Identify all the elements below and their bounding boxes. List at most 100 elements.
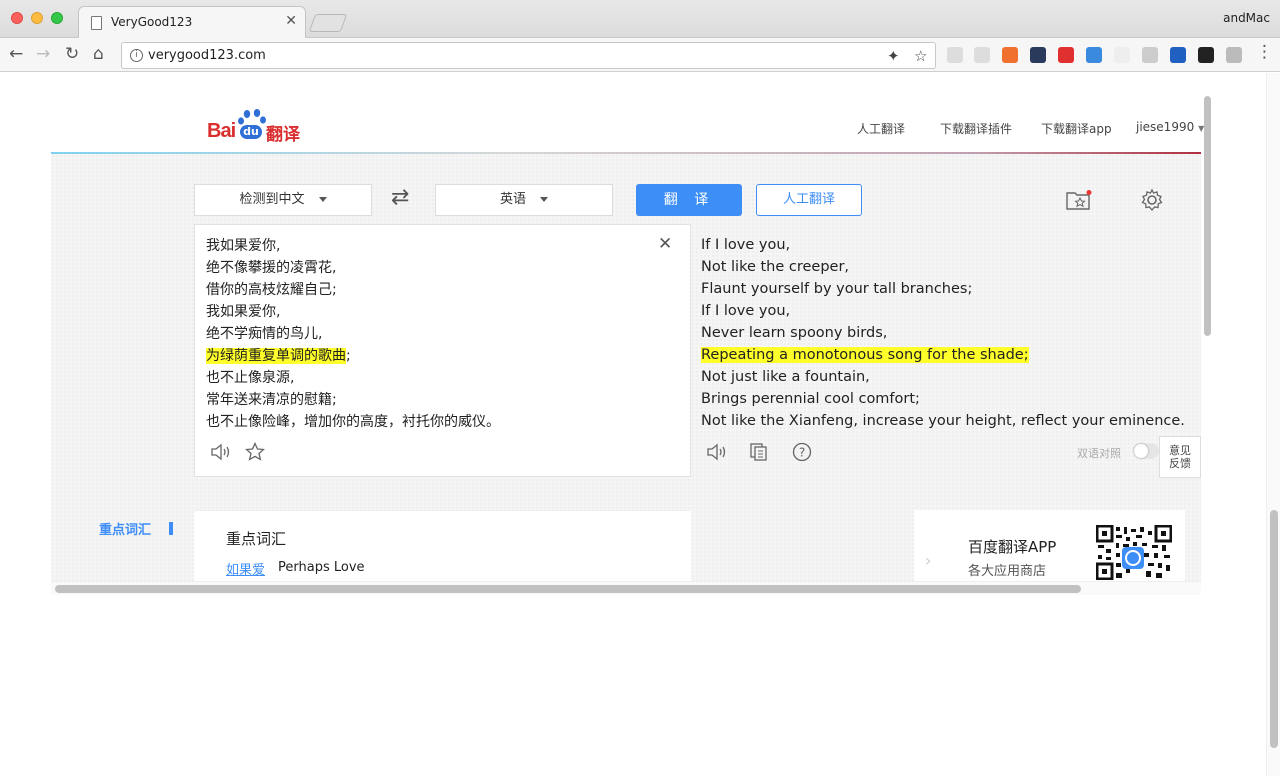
- home-icon[interactable]: ⌂: [93, 44, 104, 64]
- url-text[interactable]: verygood123.com: [148, 48, 266, 63]
- line-suffix: ;: [346, 348, 351, 364]
- nav-user-menu[interactable]: jiese1990 ▼: [1136, 120, 1204, 134]
- target-language-label: 英语: [499, 192, 526, 207]
- tab-title: VeryGood123: [111, 15, 193, 29]
- nav-human-translation[interactable]: 人工翻译: [857, 120, 905, 137]
- feedback-label: 意见: [1169, 444, 1191, 457]
- translation-line: If I love you,: [701, 237, 791, 253]
- back-arrow-icon[interactable]: ←: [9, 44, 23, 64]
- vocab-word-link[interactable]: 如果爱: [226, 559, 265, 578]
- bilingual-toggle[interactable]: [1133, 443, 1159, 459]
- extension-icon[interactable]: [1058, 47, 1074, 63]
- translate-button[interactable]: 翻 译: [636, 184, 742, 216]
- bookmark-star-icon[interactable]: ☆: [914, 47, 927, 65]
- app-name: 百度翻译APP: [968, 538, 1057, 556]
- speaker-icon[interactable]: [210, 442, 232, 462]
- vocab-title: 重点词汇: [226, 530, 287, 548]
- extension-icon[interactable]: [974, 47, 990, 63]
- extension-icon[interactable]: [1114, 47, 1130, 63]
- source-line: 常年送来清凉的慰籍;: [206, 392, 337, 408]
- feedback-button[interactable]: 意见 反馈: [1159, 436, 1201, 478]
- extension-icon[interactable]: [1002, 47, 1018, 63]
- window-maximize-button[interactable]: [51, 12, 63, 24]
- source-line: 绝不像攀援的凌霄花,: [206, 260, 337, 276]
- browser-titlebar: VeryGood123 ✕ andMac: [0, 0, 1280, 38]
- speaker-icon[interactable]: [706, 442, 728, 462]
- page-vertical-scrollbar[interactable]: [1266, 73, 1280, 776]
- username: jiese1990: [1136, 120, 1195, 134]
- extension-puzzle-icon[interactable]: ✦: [887, 47, 900, 65]
- translation-output: If I love you, Not like the creeper, Fla…: [701, 234, 1185, 432]
- extension-icon[interactable]: [1142, 47, 1158, 63]
- translation-line: Brings perennial cool comfort;: [701, 391, 920, 407]
- page-viewport: Bai du 翻译 人工翻译 下载翻译插件 下载翻译app jiese1990 …: [0, 73, 1280, 776]
- horizontal-scrollbar[interactable]: [51, 581, 1201, 595]
- help-icon[interactable]: ?: [792, 442, 812, 462]
- extension-icon[interactable]: [1198, 47, 1214, 63]
- logo-du: du: [240, 125, 262, 139]
- extension-icon[interactable]: [947, 47, 963, 63]
- swap-languages-icon[interactable]: ⇄: [391, 185, 409, 210]
- translation-line: If I love you,: [701, 303, 791, 319]
- qr-code-icon: [1096, 525, 1172, 580]
- translation-line: Flaunt yourself by your tall branches;: [701, 281, 973, 297]
- translation-line: Not just like a fountain,: [701, 369, 870, 385]
- target-language-select[interactable]: 英语: [435, 184, 613, 216]
- logo-bai: Bai: [207, 120, 236, 142]
- source-line: 借你的高枝炫耀自己;: [206, 282, 337, 298]
- chevron-down-icon: [540, 197, 548, 202]
- chevron-right-icon[interactable]: ›: [925, 551, 931, 570]
- horizontal-scrollbar-thumb[interactable]: [55, 585, 1081, 593]
- source-language-select[interactable]: 检测到中文: [194, 184, 372, 216]
- translation-line-highlighted: Repeating a monotonous song for the shad…: [701, 344, 1185, 366]
- site-info-icon[interactable]: i: [130, 49, 143, 62]
- copy-icon[interactable]: [749, 442, 769, 462]
- inner-scrollbar-thumb[interactable]: [1204, 96, 1211, 336]
- source-line: 我如果爱你,: [206, 304, 281, 320]
- inner-vertical-scrollbar[interactable]: [1201, 96, 1213, 596]
- highlighted-text: 为绿荫重复单调的歌曲: [206, 348, 346, 364]
- section-indicator: [169, 522, 173, 535]
- source-line: 我如果爱你,: [206, 238, 281, 254]
- highlighted-text: Repeating a monotonous song for the shad…: [701, 347, 1029, 363]
- new-tab-button[interactable]: [308, 14, 348, 32]
- source-line: 绝不学痴情的鸟儿,: [206, 326, 323, 342]
- page-icon: [91, 16, 102, 30]
- feedback-label: 反馈: [1169, 457, 1191, 470]
- address-bar[interactable]: i verygood123.com ✦ ☆: [121, 42, 936, 69]
- translation-line: Never learn spoony birds,: [701, 325, 888, 341]
- star-icon[interactable]: [245, 442, 265, 462]
- menu-icon[interactable]: ⋮: [1256, 42, 1273, 62]
- section-nav-vocab[interactable]: 重点词汇: [99, 519, 151, 538]
- source-line: 也不止像险峰，增加你的高度，衬托你的威仪。: [206, 414, 500, 430]
- browser-tab[interactable]: VeryGood123 ✕: [78, 6, 306, 38]
- source-line: 也不止像泉源,: [206, 370, 295, 386]
- extension-icon[interactable]: [1030, 47, 1046, 63]
- bilingual-toggle-label: 双语对照: [1077, 447, 1121, 460]
- clear-input-icon[interactable]: ✕: [658, 234, 672, 254]
- forward-arrow-icon[interactable]: →: [36, 44, 50, 64]
- profile-name[interactable]: andMac: [1223, 11, 1270, 25]
- nav-download-plugin[interactable]: 下载翻译插件: [940, 120, 1012, 137]
- logo-translate: 翻译: [266, 125, 300, 145]
- source-line-highlighted: 为绿荫重复单调的歌曲;: [206, 345, 500, 367]
- source-language-label: 检测到中文: [239, 192, 305, 207]
- svg-text:?: ?: [799, 446, 805, 460]
- page-scrollbar-thumb[interactable]: [1270, 510, 1278, 748]
- translation-line: Not like the Xianfeng, increase your hei…: [701, 413, 1185, 429]
- human-translate-button[interactable]: 人工翻译: [756, 184, 862, 216]
- source-textarea[interactable]: 我如果爱你, 绝不像攀援的凌霄花, 借你的高枝炫耀自己; 我如果爱你, 绝不学痴…: [206, 235, 500, 433]
- source-text-panel[interactable]: 我如果爱你, 绝不像攀援的凌霄花, 借你的高枝炫耀自己; 我如果爱你, 绝不学痴…: [194, 224, 691, 477]
- extension-icon[interactable]: [1226, 47, 1242, 63]
- gear-icon[interactable]: [1140, 188, 1164, 212]
- chevron-down-icon: [318, 197, 327, 202]
- window-close-button[interactable]: [11, 12, 23, 24]
- window-minimize-button[interactable]: [31, 12, 43, 24]
- tab-close-icon[interactable]: ✕: [285, 13, 297, 29]
- nav-download-app[interactable]: 下载翻译app: [1041, 120, 1112, 137]
- extension-icon[interactable]: [1170, 47, 1186, 63]
- browser-toolbar: ← → ↻ ⌂ i verygood123.com ✦ ☆ ⋮: [0, 38, 1280, 72]
- extension-icon[interactable]: [1086, 47, 1102, 63]
- reload-icon[interactable]: ↻: [65, 44, 79, 64]
- favorites-folder-icon[interactable]: [1066, 190, 1092, 210]
